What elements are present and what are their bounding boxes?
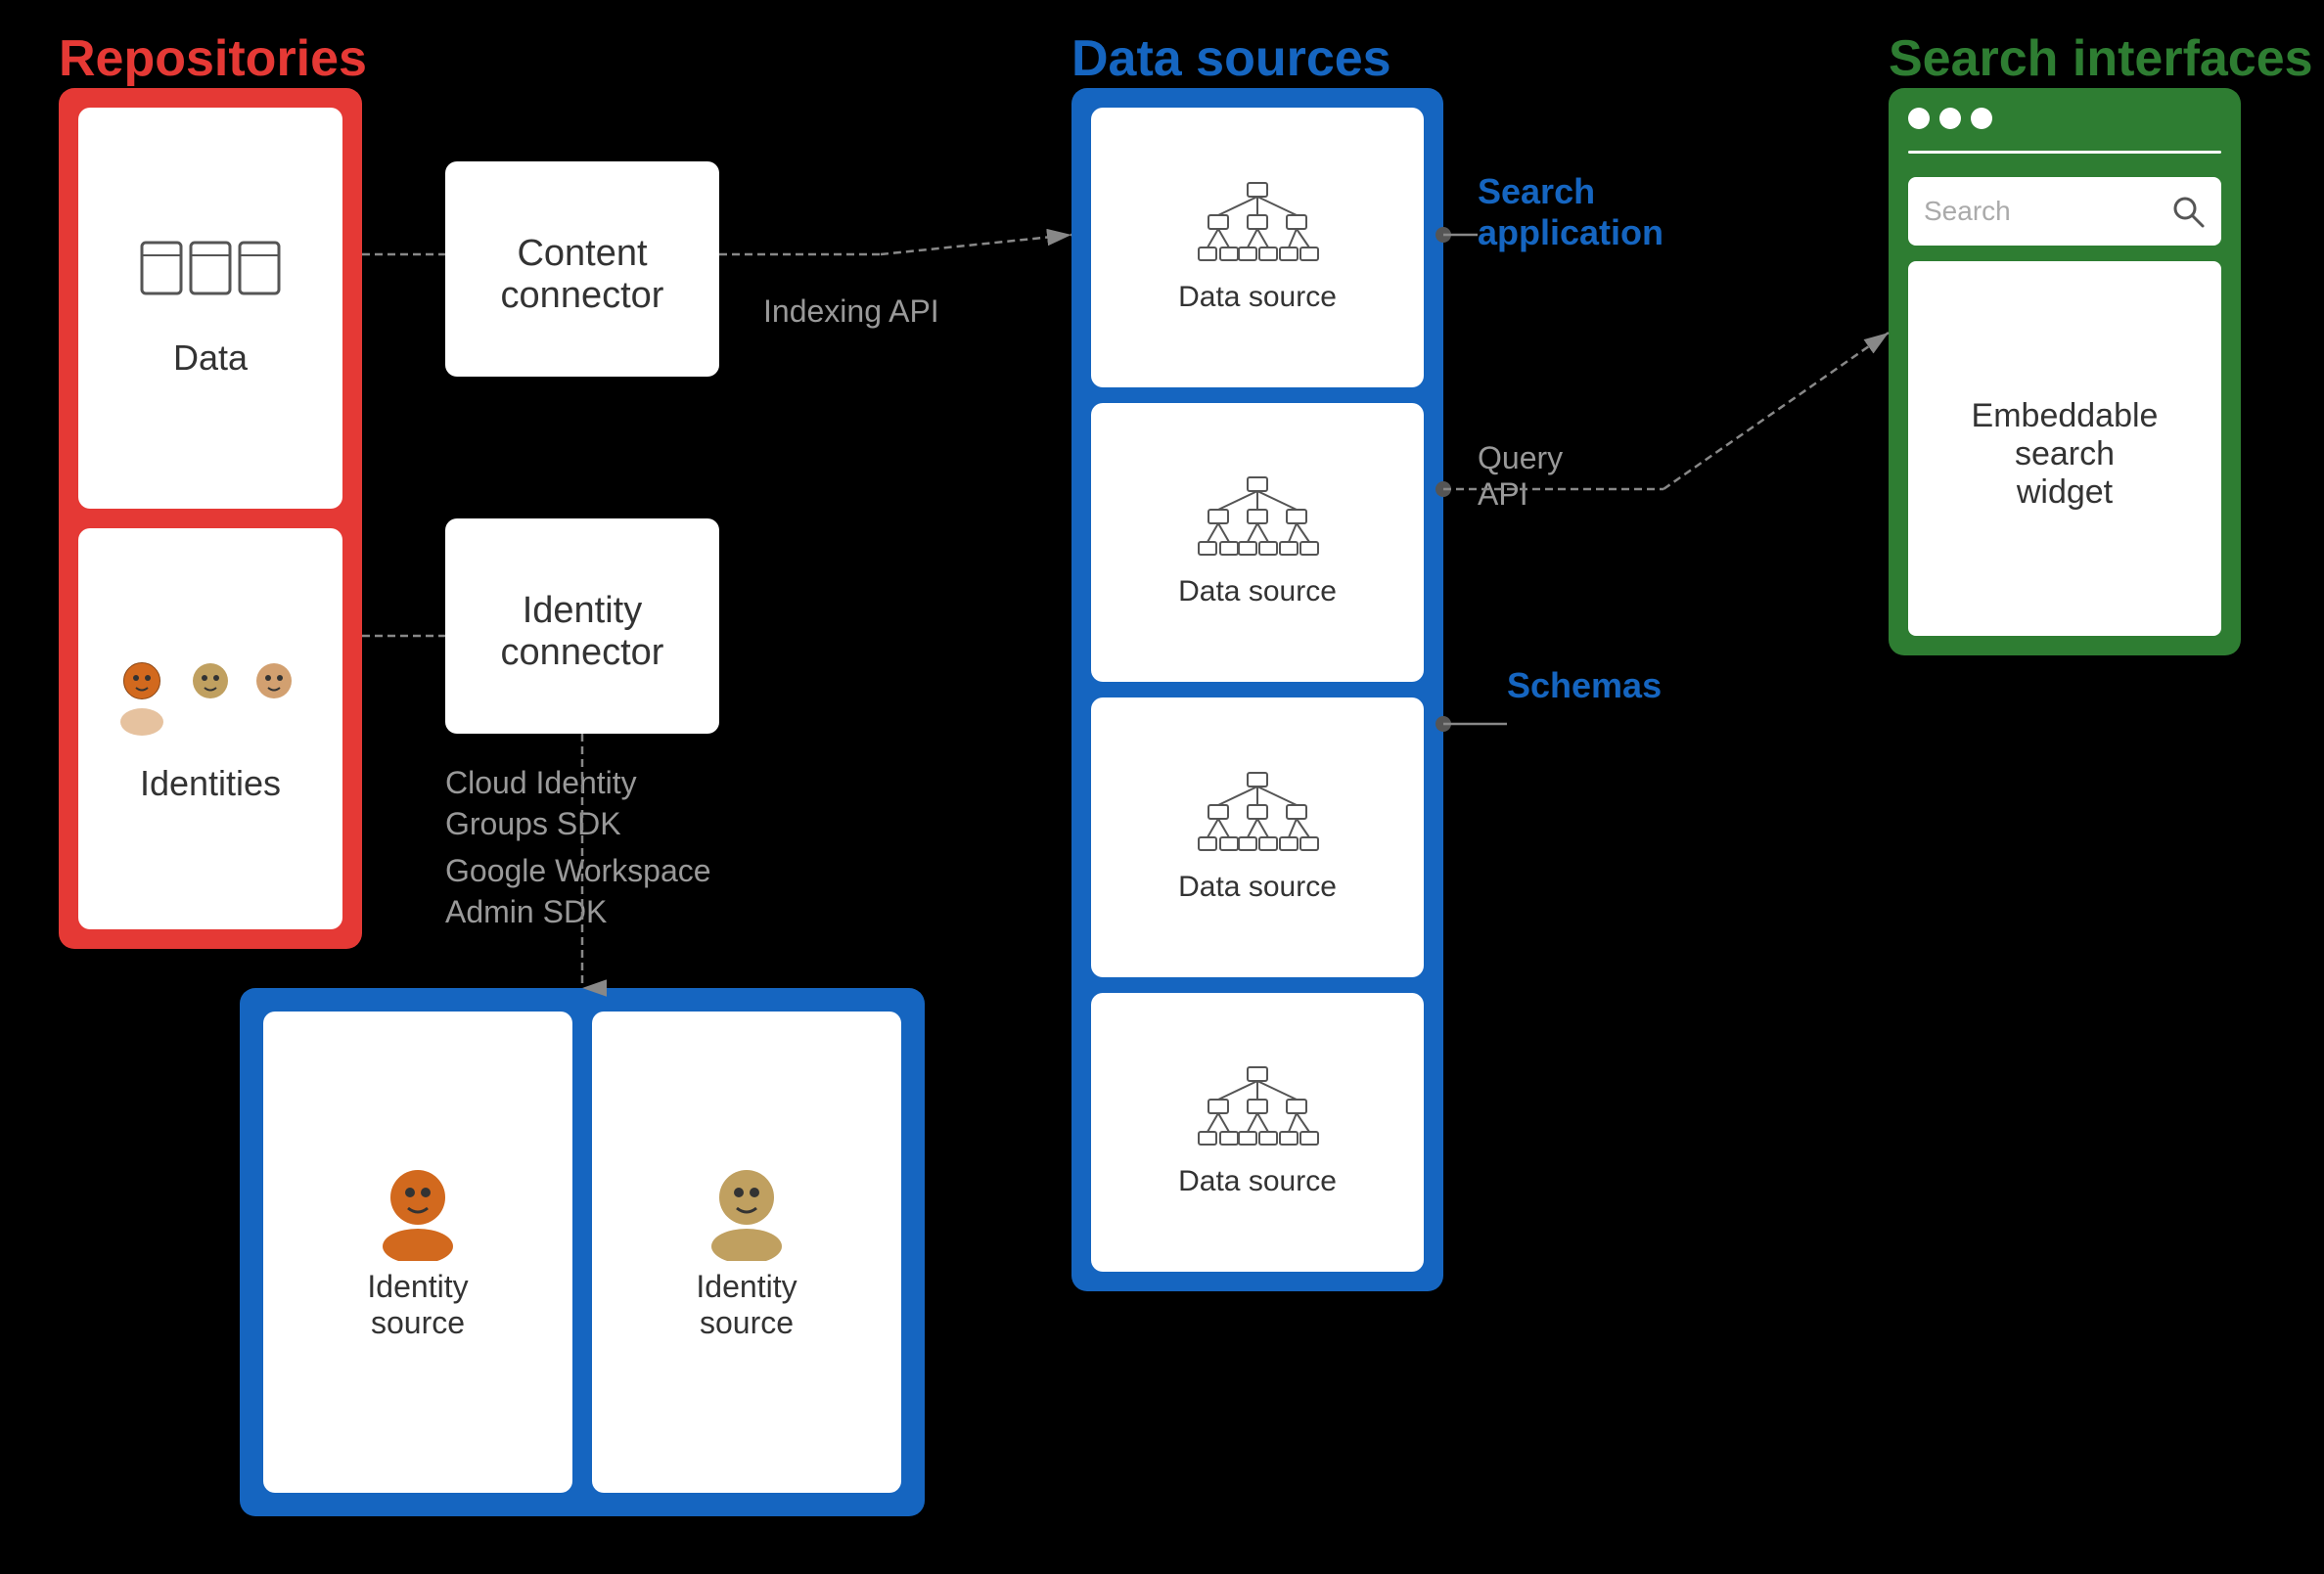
search-icon (2170, 194, 2206, 229)
identities-card-label: Identities (140, 763, 281, 804)
diagram-container: Repositories Data sources Search interfa… (0, 0, 2324, 1574)
indexing-api-label: Indexing API (763, 293, 939, 330)
datasource-card-4-label: Data source (1178, 1165, 1337, 1198)
identities-card: Identities (78, 528, 342, 929)
datasource-card-2-label: Data source (1178, 575, 1337, 608)
search-bar-card: Search (1908, 177, 2221, 246)
repositories-container: Data Ident (59, 88, 362, 949)
content-connector-card: Contentconnector (445, 161, 719, 377)
repositories-title: Repositories (59, 29, 367, 88)
data-sources-title: Data sources (1071, 29, 1391, 88)
search-placeholder: Search (1924, 196, 2011, 227)
identity-source-1-label: Identitysource (367, 1269, 468, 1341)
datasource-card-3-label: Data source (1178, 871, 1337, 904)
google-workspace-label: Google WorkspaceAdmin SDK (445, 851, 719, 932)
network-icon-2 (1194, 475, 1321, 563)
separator-line (1908, 151, 2221, 154)
person1-icon (369, 1163, 467, 1261)
dot-2 (1939, 108, 1961, 129)
identity-source-2-label: Identitysource (696, 1269, 797, 1341)
identity-source-card-1: Identitysource (263, 1012, 572, 1493)
query-api-label: QueryAPI (1478, 440, 1563, 513)
cloud-identity-label: Cloud IdentityGroups SDK (445, 763, 700, 844)
dot-3 (1971, 108, 1992, 129)
network-icon-1 (1194, 181, 1321, 269)
data-card: Data (78, 108, 342, 509)
datasource-card-4: Data source (1091, 993, 1424, 1273)
network-icon-4 (1194, 1065, 1321, 1153)
search-application-label: Searchapplication (1478, 171, 1663, 253)
schemas-label: Schemas (1507, 665, 1662, 706)
datasource-card-2: Data source (1091, 403, 1424, 683)
search-dots (1908, 108, 2221, 129)
search-widget-card: Embeddablesearchwidget (1908, 261, 2221, 636)
datasource-card-1-label: Data source (1178, 281, 1337, 314)
datasource-card-1: Data source (1091, 108, 1424, 387)
identities-icon (113, 653, 308, 751)
person2-icon (698, 1163, 796, 1261)
search-widget-label: Embeddablesearchwidget (1972, 397, 2159, 512)
search-interfaces-container: Search Embeddablesearchwidget (1889, 88, 2241, 655)
search-interfaces-title: Search interfaces (1889, 29, 2313, 88)
network-icon-3 (1194, 771, 1321, 859)
identity-connector-label: Identityconnector (501, 590, 664, 674)
identity-source-card-2: Identitysource (592, 1012, 901, 1493)
identity-connector-card: Identityconnector (445, 518, 719, 734)
datasources-container: Data source (1071, 88, 1443, 1291)
datasource-card-3: Data source (1091, 697, 1424, 977)
data-card-label: Data (173, 337, 248, 379)
data-icon (132, 238, 289, 326)
identity-sources-container: Identitysource Identitysource (240, 988, 925, 1516)
dot-1 (1908, 108, 1930, 129)
content-connector-label: Contentconnector (501, 233, 664, 317)
